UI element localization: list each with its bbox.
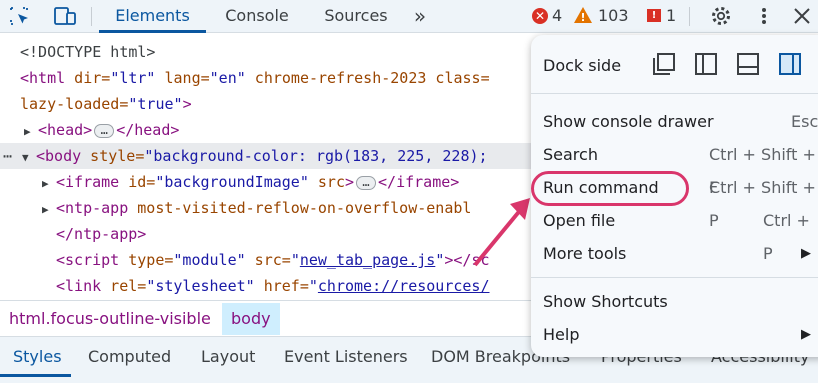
error-count[interactable]: 4 [552,6,562,26]
script-src-link[interactable]: new_tab_page.js [300,251,435,269]
highlight-ring [531,171,689,206]
menu-item-show-console-drawer[interactable]: Show console drawer Esc [531,105,818,138]
issue-count[interactable]: 1 [666,6,676,26]
chevron-right-icon: ▶ [801,327,811,342]
stylesheet-href-link[interactable]: chrome://resources/ [318,277,490,295]
breadcrumb-html[interactable]: html.focus-outline-visible [0,303,220,335]
active-tab-indicator [0,374,71,377]
devtools-toolbar: Elements Console Sources » ✕ 4 ! 103 ! 1 [0,0,818,33]
device-toolbar-icon[interactable] [53,5,77,27]
menu-item-more-tools[interactable]: More tools ▶ [531,237,818,270]
expand-triangle-icon[interactable]: ▶ [42,197,56,223]
more-vert-icon[interactable] [752,5,776,27]
menu-item-help[interactable]: Help ▶ [531,318,818,351]
expand-triangle-icon[interactable]: ▶ [42,171,56,197]
menu-divider [531,93,818,94]
inspect-icon[interactable] [8,5,32,27]
more-dots-icon[interactable]: ⋯ [0,143,22,169]
tab-console[interactable]: Console [212,0,302,33]
issue-icon: ! [647,9,661,22]
toolbar-divider [91,7,92,26]
ellipsis-button[interactable]: … [94,123,115,138]
dock-left-icon[interactable] [692,50,720,78]
dock-bottom-icon[interactable] [734,50,762,78]
dock-right-icon[interactable] [776,50,804,78]
expand-triangle-icon[interactable]: ▶ [24,119,38,145]
menu-divider [531,277,818,278]
warning-count[interactable]: 103 [598,6,629,26]
collapse-triangle-icon[interactable]: ▼ [22,145,36,171]
toolbar-divider [689,7,690,26]
undock-icon[interactable] [650,50,678,78]
tab-computed[interactable]: Computed [88,337,171,377]
ellipsis-button[interactable]: … [356,175,377,190]
chevron-right-icon: ▶ [801,246,811,261]
menu-item-open-file[interactable]: Open file Ctrl + P [531,204,818,263]
menu-item-search[interactable]: Search Ctrl + Shift + F [531,138,818,197]
tab-elements[interactable]: Elements [99,0,206,33]
tab-sources[interactable]: Sources [314,0,398,33]
dock-side-label: Dock side [543,56,622,75]
error-icon: ✕ [532,8,548,24]
more-tabs-button[interactable]: » [400,0,440,33]
gear-icon[interactable] [709,5,733,27]
annotation-arrow [473,198,530,267]
menu-item-show-shortcuts[interactable]: Show Shortcuts [531,285,818,318]
active-tab-indicator [99,30,206,33]
tab-styles[interactable]: Styles [13,337,62,377]
tab-layout[interactable]: Layout [201,337,255,377]
close-icon[interactable] [790,5,814,27]
breadcrumb-body[interactable]: body [222,303,280,335]
tab-event-listeners[interactable]: Event Listeners [284,337,408,377]
